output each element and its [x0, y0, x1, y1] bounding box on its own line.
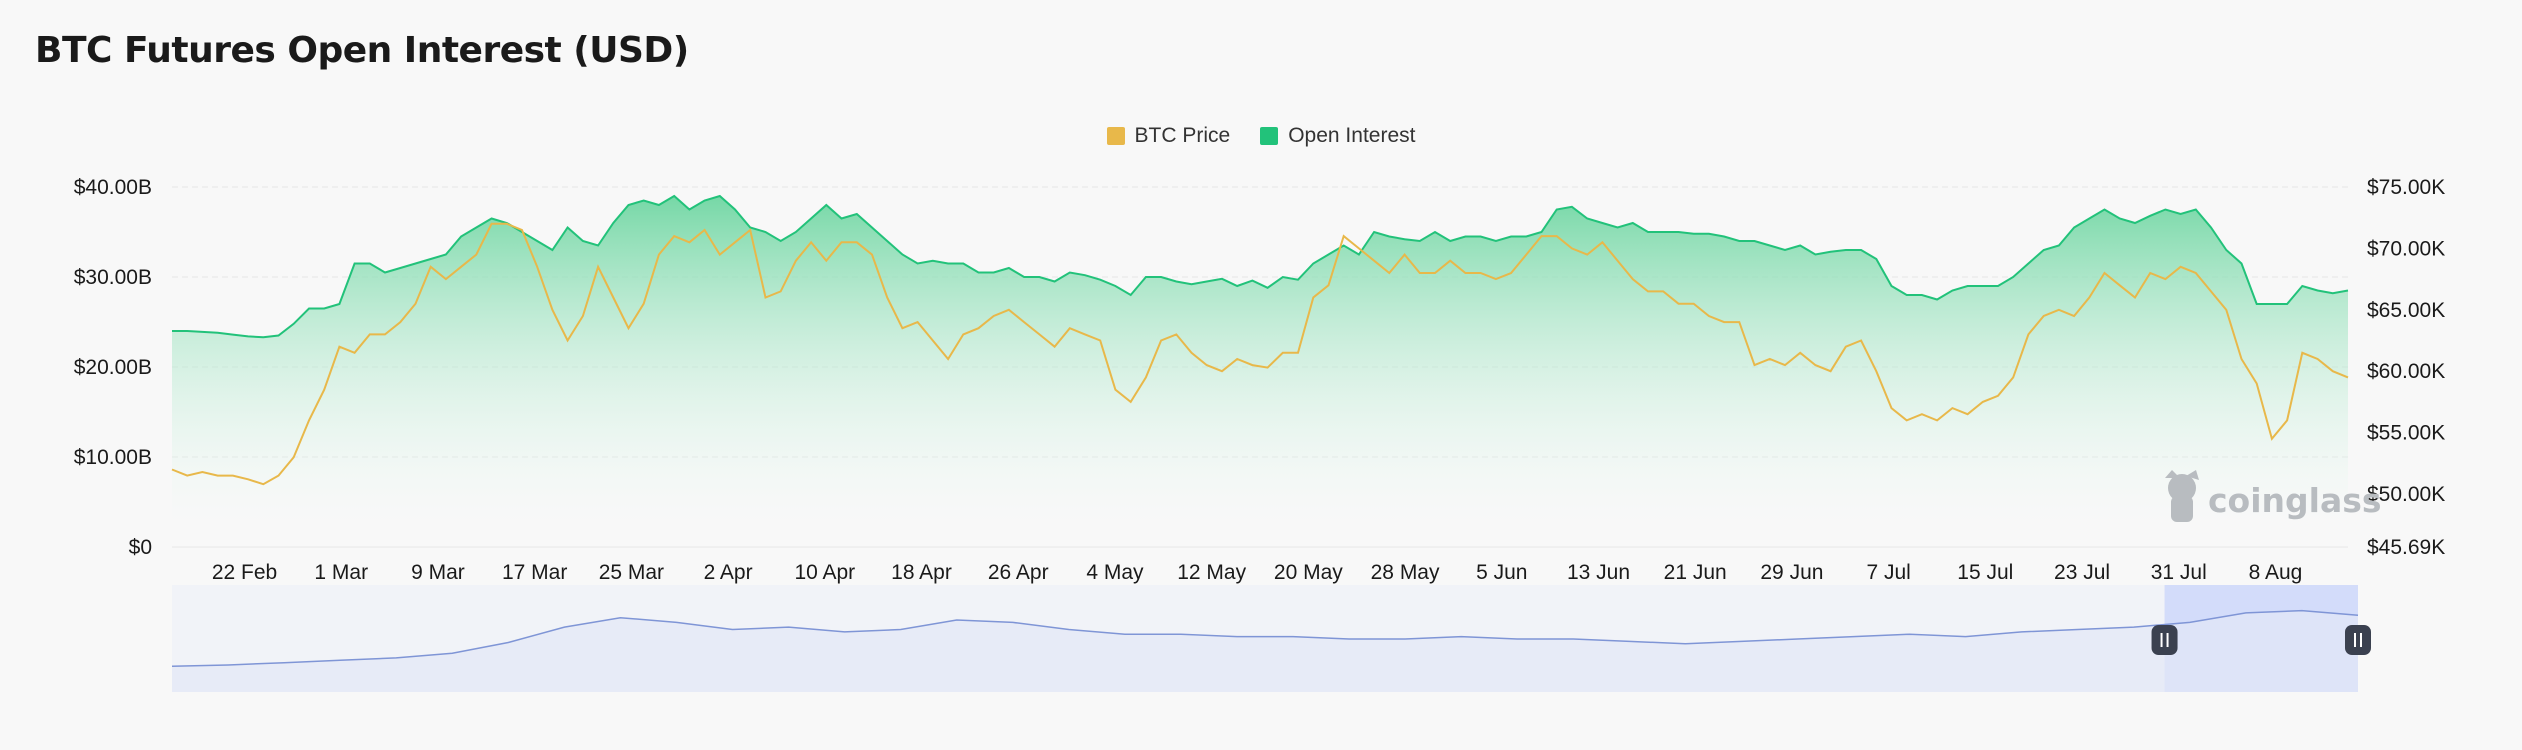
x-axis-tick-label: 8 Aug [2249, 561, 2303, 584]
x-axis-tick-label: 15 Jul [1957, 561, 2013, 584]
x-axis-tick-label: 5 Jun [1476, 561, 1527, 584]
navigator[interactable] [171, 585, 2371, 692]
x-axis-tick-label: 31 Jul [2151, 561, 2207, 584]
x-axis-tick-label: 1 Mar [314, 561, 368, 584]
x-axis-tick-label: 23 Jul [2054, 561, 2110, 584]
x-axis-tick-label: 4 May [1086, 561, 1144, 584]
x-axis-tick-label: 29 Jun [1760, 561, 1823, 584]
x-axis-tick-label: 28 May [1371, 561, 1440, 584]
x-axis-tick-label: 18 Apr [891, 561, 952, 584]
left-axis-tick-label: $40.00B [74, 176, 152, 199]
right-axis-tick-label: $60.00K [2367, 360, 2445, 383]
right-axis-tick-label: $65.00K [2367, 299, 2445, 322]
x-axis-tick-label: 13 Jun [1567, 561, 1630, 584]
left-axis-tick-label: $10.00B [74, 446, 152, 469]
navigator-left-handle[interactable] [2151, 625, 2178, 655]
handle-grip-icon [2345, 625, 2371, 655]
handle-grip-icon [2151, 625, 2178, 655]
navigator-right-handle[interactable] [2345, 625, 2371, 655]
right-axis-tick-label: $45.69K [2367, 536, 2445, 559]
left-axis-tick-label: $0 [129, 536, 152, 559]
x-axis-tick-label: 26 Apr [988, 561, 1049, 584]
x-axis-tick-label: 17 Mar [502, 561, 567, 584]
x-axis-tick-label: 20 May [1274, 561, 1343, 584]
left-axis-tick-label: $30.00B [74, 266, 152, 289]
left-axis-ticks: $0 $10.00B $20.00B $30.00B $40.00B [74, 176, 152, 559]
chart-area: $0 $10.00B $20.00B $30.00B $40.00B $45.69K $5… [74, 176, 2445, 692]
watermark-text: coinglass [2208, 481, 2382, 520]
x-axis-tick-label: 25 Mar [599, 561, 664, 584]
right-axis-tick-label: $55.00K [2367, 422, 2445, 445]
x-axis-tick-label: 21 Jun [1664, 561, 1727, 584]
right-axis-tick-label: $70.00K [2367, 237, 2445, 260]
x-axis-tick-label: 10 Apr [794, 561, 855, 584]
x-axis-tick-label: 7 Jul [1866, 561, 1910, 584]
right-axis-tick-label: $75.00K [2367, 176, 2445, 199]
x-axis-tick-label: 9 Mar [411, 561, 465, 584]
open-interest-area [172, 196, 2348, 547]
x-axis-tick-label: 22 Feb [212, 561, 277, 584]
x-axis-ticks: 22 Feb 1 Mar 9 Mar 17 Mar 25 Mar 2 Apr 10 Apr 1… [212, 561, 2302, 584]
x-axis-tick-label: 2 Apr [704, 561, 753, 584]
left-axis-tick-label: $20.00B [74, 356, 152, 379]
x-axis-tick-label: 12 May [1177, 561, 1246, 584]
